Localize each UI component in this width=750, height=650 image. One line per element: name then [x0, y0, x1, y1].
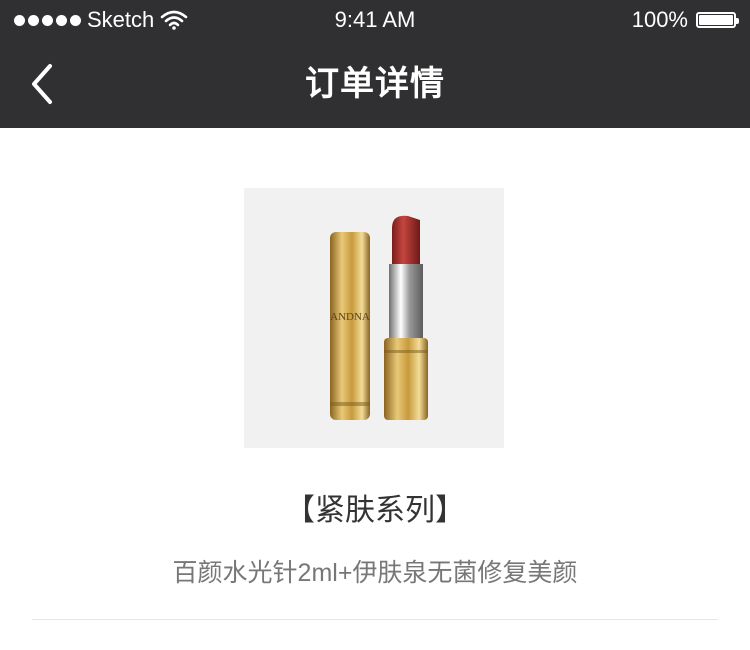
top-bar: Sketch 9:41 AM 100% 订单详情 [0, 0, 750, 128]
lipstick-illustration: ANDNA [330, 215, 428, 420]
product-series-title: 【紧肤系列】 [285, 494, 465, 527]
divider [32, 619, 718, 620]
product-description: 百颜水光针2ml+伊肤泉无菌修复美颜 [172, 559, 578, 587]
page-title: 订单详情 [305, 65, 445, 103]
battery-percent: 100% [631, 7, 688, 32]
product-image: ANDNA [244, 188, 504, 448]
status-bar: Sketch 9:41 AM 100% [0, 0, 750, 40]
status-right: 100% [631, 0, 739, 40]
navigation-bar: 订单详情 [0, 40, 750, 128]
brand-text: ANDNA [330, 311, 370, 323]
battery-icon [696, 12, 739, 28]
